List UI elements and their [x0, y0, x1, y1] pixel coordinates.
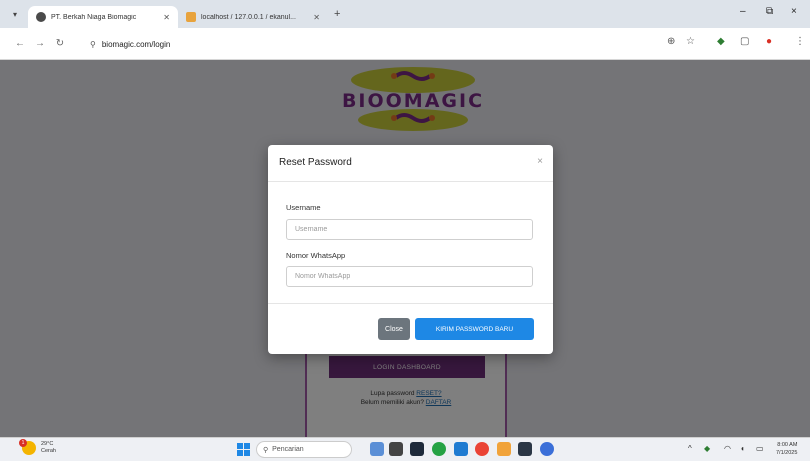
search-icon: ⚲ — [263, 446, 269, 454]
tab-localhost[interactable]: localhost / 127.0.0.1 / ekanul... ✕ — [178, 6, 328, 28]
modal-header: Reset Password × — [268, 145, 553, 182]
forward-arrow-icon[interactable]: → — [30, 38, 50, 49]
browser-app-icon[interactable] — [540, 442, 554, 456]
menu-dots-icon[interactable]: ⋮ — [795, 36, 805, 47]
maximize-icon[interactable]: ⧉ — [766, 6, 773, 17]
tab-biomagic[interactable]: PT. Berkah Niaga Biomagic ✕ — [28, 6, 178, 28]
weather-temp: 29°C — [41, 441, 54, 447]
modal-close-icon[interactable]: × — [537, 156, 543, 167]
new-tab-button[interactable]: + — [334, 8, 340, 20]
taskbar-clock[interactable]: 8:00 AM 7/1/2025 — [776, 441, 797, 457]
weather-widget[interactable]: 1 29°C Cerah — [19, 439, 56, 455]
bookmark-star-icon[interactable]: ☆ — [686, 36, 695, 47]
whatsapp-label: Nomor WhatsApp — [286, 251, 346, 260]
tab-title: PT. Berkah Niaga Biomagic — [51, 13, 137, 21]
reset-password-modal: Reset Password × Username Nomor WhatsApp… — [268, 145, 553, 354]
sun-icon: 1 — [19, 439, 36, 455]
modal-title: Reset Password — [279, 157, 352, 168]
modal-footer: Close KIRIM PASSWORD BARU — [268, 303, 553, 354]
windows-start-icon[interactable] — [237, 443, 250, 456]
zoom-icon[interactable]: ⊕ — [667, 36, 675, 47]
terminal-app-icon[interactable] — [410, 442, 424, 456]
send-new-password-button[interactable]: KIRIM PASSWORD BARU — [415, 318, 534, 340]
address-text: biomagic.com/login — [101, 39, 171, 49]
reload-icon[interactable]: ↻ — [50, 38, 70, 49]
phpmyadmin-favicon-icon — [186, 12, 196, 22]
taskbar-search[interactable]: ⚲ Pencarian — [256, 441, 352, 458]
tray-chevron-icon[interactable]: ^ — [688, 444, 692, 453]
browser-toolbar: ← → ↻ ⚲ biomagic.com/login ⊕ ☆ ◆ ▢ ● ⋮ — [0, 28, 810, 60]
battery-icon[interactable]: ▭ — [756, 444, 764, 453]
username-label: Username — [286, 203, 321, 212]
extension-icon[interactable]: ◆ — [717, 36, 725, 47]
taskbar: 1 29°C Cerah ⚲ Pencarian ^ ◆ ◠ ◖ ▭ 8:00 … — [0, 437, 810, 461]
tab-close-icon[interactable]: ✕ — [313, 13, 320, 22]
tray-app-icon[interactable]: ◆ — [704, 444, 710, 453]
sidepanel-icon[interactable]: ▢ — [740, 36, 749, 47]
chrome-app-icon[interactable] — [475, 442, 489, 456]
weather-desc: Cerah — [41, 448, 56, 454]
globe-favicon-icon — [36, 12, 46, 22]
close-button[interactable]: Close — [378, 318, 410, 340]
clock-date: 7/1/2025 — [776, 450, 798, 456]
back-arrow-icon[interactable]: ← — [10, 38, 30, 49]
weather-badge: 1 — [19, 439, 27, 447]
vscode-app-icon[interactable] — [454, 442, 468, 456]
site-info-icon[interactable]: ⚲ — [90, 40, 96, 49]
xampp-app-icon[interactable] — [497, 442, 511, 456]
wifi-icon[interactable]: ◠ — [724, 444, 731, 453]
volume-icon[interactable]: ◖ — [740, 444, 745, 453]
tab-close-icon[interactable]: ✕ — [163, 13, 170, 22]
profile-avatar-icon[interactable]: ● — [766, 36, 772, 47]
search-placeholder: Pencarian — [272, 446, 304, 453]
app-icon[interactable] — [518, 442, 532, 456]
address-bar[interactable]: ⚲ biomagic.com/login — [84, 32, 714, 56]
file-explorer-icon[interactable] — [389, 442, 403, 456]
close-window-icon[interactable]: × — [791, 6, 797, 17]
whatsapp-input[interactable] — [286, 266, 533, 287]
tab-search-icon[interactable]: ▾ — [6, 5, 24, 23]
whatsapp-app-icon[interactable] — [432, 442, 446, 456]
clock-time: 8:00 AM — [777, 442, 798, 448]
widgets-app-icon[interactable] — [370, 442, 384, 456]
browser-tabstrip: ▾ PT. Berkah Niaga Biomagic ✕ localhost … — [0, 0, 810, 28]
username-input[interactable] — [286, 219, 533, 240]
tab-title: localhost / 127.0.0.1 / ekanul... — [201, 13, 296, 21]
minimize-icon[interactable]: – — [740, 6, 746, 17]
